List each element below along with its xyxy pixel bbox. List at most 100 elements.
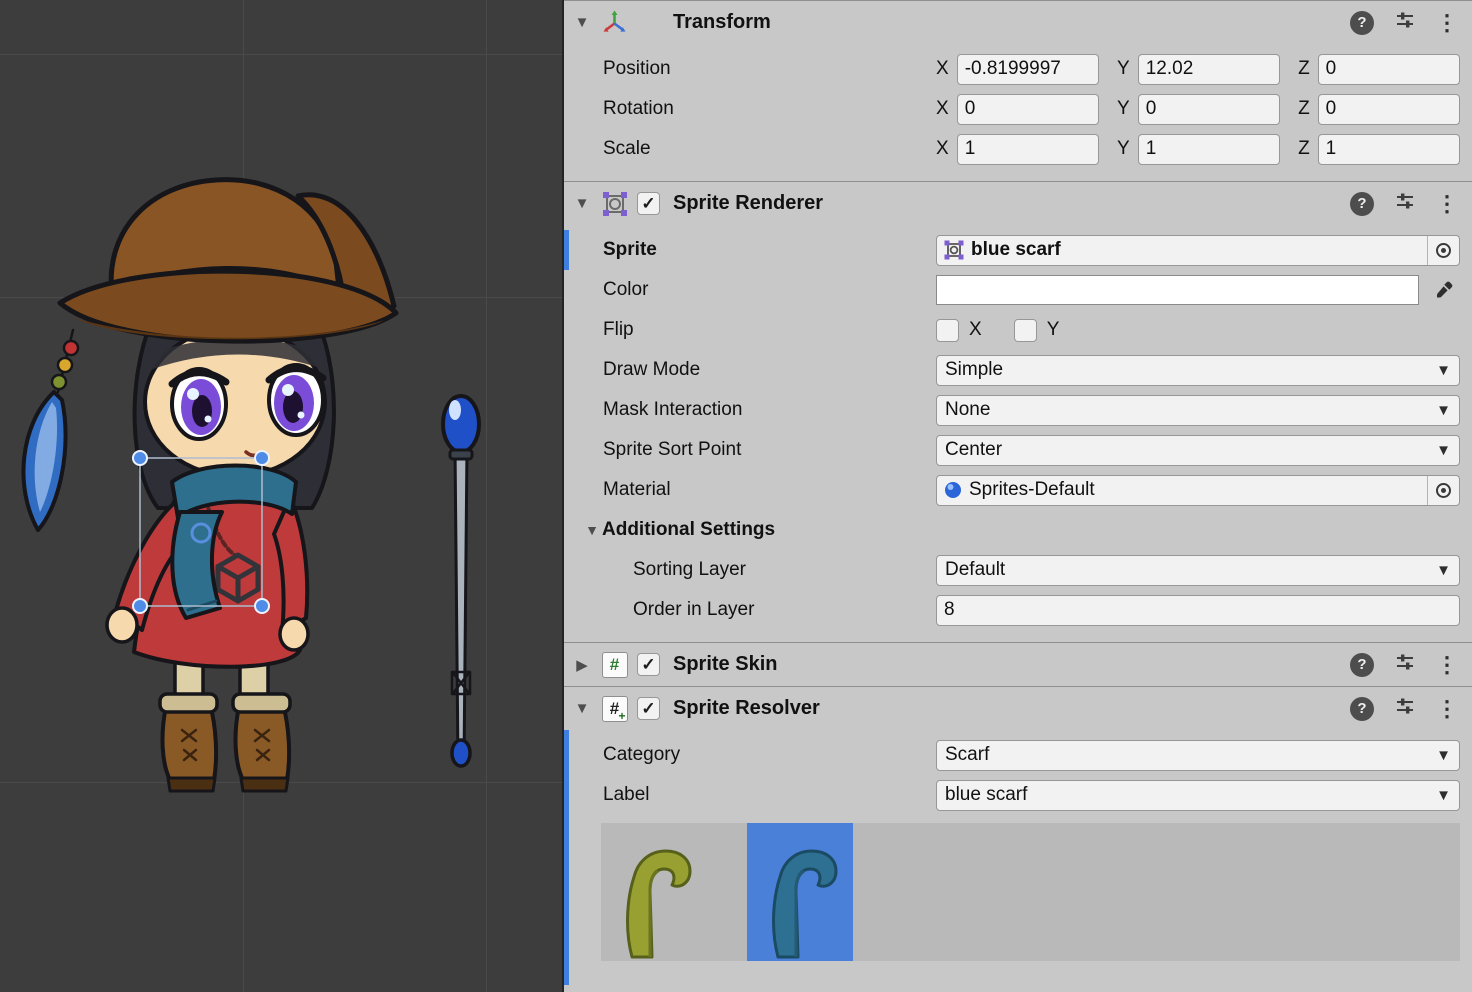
- label-dropdown[interactable]: blue scarf ▼: [936, 780, 1460, 811]
- draw-mode-row: Draw Mode Simple ▼: [564, 350, 1472, 390]
- mask-interaction-dropdown[interactable]: None ▼: [936, 395, 1460, 426]
- hat: [60, 180, 396, 341]
- sprite-row: Sprite blue scarf: [564, 230, 1472, 270]
- material-row: Material Sprites-Default: [564, 470, 1472, 510]
- eyedropper-icon[interactable]: [1428, 275, 1460, 305]
- boots: [160, 694, 290, 791]
- dropdown-value: Scarf: [945, 744, 989, 766]
- axis-x-label: X: [936, 58, 949, 80]
- property-label: Sprite Sort Point: [603, 439, 936, 461]
- axis-y-label: Y: [1117, 58, 1130, 80]
- category-row: Category Scarf ▼: [564, 735, 1472, 775]
- color-row: Color: [564, 270, 1472, 310]
- preset-icon[interactable]: [1394, 695, 1416, 723]
- material-icon: [944, 481, 962, 499]
- flip-x-label: X: [969, 319, 982, 341]
- sprite-skin-header: ▶ # ✓ Sprite Skin ? ⋮: [564, 642, 1472, 686]
- component-title: Sprite Renderer: [673, 192, 823, 215]
- preset-icon[interactable]: [1394, 190, 1416, 218]
- material-object-field[interactable]: Sprites-Default: [936, 475, 1460, 506]
- kebab-menu-icon[interactable]: ⋮: [1436, 654, 1458, 676]
- property-label: Label: [603, 784, 936, 806]
- flip-y-label: Y: [1047, 319, 1060, 341]
- chevron-down-icon: ▼: [1436, 562, 1451, 579]
- component-enabled-checkbox[interactable]: ✓: [637, 653, 660, 676]
- help-icon[interactable]: ?: [1350, 11, 1374, 35]
- scale-x-input[interactable]: [957, 134, 1099, 165]
- kebab-menu-icon[interactable]: ⋮: [1436, 698, 1458, 720]
- preset-icon[interactable]: [1394, 651, 1416, 679]
- draw-mode-dropdown[interactable]: Simple ▼: [936, 355, 1460, 386]
- position-z-input[interactable]: [1318, 54, 1460, 85]
- color-swatch[interactable]: [936, 275, 1419, 305]
- sprite-sort-point-dropdown[interactable]: Center ▼: [936, 435, 1460, 466]
- transform-header: ▼ Transform ?: [564, 0, 1472, 44]
- chevron-down-icon: ▼: [1436, 402, 1451, 419]
- material-object-value: Sprites-Default: [969, 479, 1095, 501]
- scale-z-input[interactable]: [1318, 134, 1460, 165]
- preset-icon[interactable]: [1394, 9, 1416, 37]
- property-label: Category: [603, 744, 936, 766]
- category-dropdown[interactable]: Scarf ▼: [936, 740, 1460, 771]
- sprite-skin-component: ▶ # ✓ Sprite Skin ? ⋮: [564, 642, 1472, 686]
- property-label: Material: [603, 479, 936, 501]
- component-enabled-checkbox[interactable]: ✓: [637, 697, 660, 720]
- foldout-icon[interactable]: ▶: [572, 656, 592, 674]
- flip-x-checkbox[interactable]: [936, 319, 959, 342]
- rotation-x-input[interactable]: [957, 94, 1099, 125]
- property-label: Order in Layer: [633, 599, 936, 621]
- foldout-icon[interactable]: ▼: [572, 14, 592, 31]
- property-label: Mask Interaction: [603, 399, 936, 421]
- position-row: Position X Y Z: [564, 49, 1472, 89]
- axis-y-label: Y: [1117, 138, 1130, 160]
- kebab-menu-icon[interactable]: ⋮: [1436, 12, 1458, 34]
- chevron-down-icon: ▼: [1436, 442, 1451, 459]
- transform-icon: [601, 9, 628, 36]
- sprite-renderer-component: ▼ ✓ Sprite Renderer ?: [564, 181, 1472, 642]
- character-sprite: [0, 0, 564, 992]
- help-icon[interactable]: ?: [1350, 653, 1374, 677]
- property-label: Color: [603, 279, 936, 301]
- additional-settings-foldout[interactable]: ▼ Additional Settings: [564, 510, 1472, 550]
- dropdown-value: None: [945, 399, 990, 421]
- kebab-menu-icon[interactable]: ⋮: [1436, 193, 1458, 215]
- dropdown-value: Center: [945, 439, 1002, 461]
- sprite-resolver-header: ▼ #+ ✓ Sprite Resolver ? ⋮: [564, 686, 1472, 730]
- sprite-object-value: blue scarf: [971, 239, 1061, 261]
- scene-view[interactable]: [0, 0, 564, 992]
- flip-row: Flip X Y: [564, 310, 1472, 350]
- sprite-variant-strip: [601, 823, 1460, 961]
- rotation-row: Rotation X Y Z: [564, 89, 1472, 129]
- component-title: Sprite Skin: [673, 653, 777, 676]
- order-in-layer-input[interactable]: [936, 595, 1460, 626]
- rotation-z-input[interactable]: [1318, 94, 1460, 125]
- foldout-icon[interactable]: ▼: [582, 522, 602, 538]
- object-picker-icon[interactable]: [1427, 476, 1459, 505]
- dropdown-value: Simple: [945, 359, 1003, 381]
- sprite-thumbnail-green-scarf[interactable]: [601, 823, 707, 961]
- order-in-layer-row: Order in Layer: [564, 590, 1472, 630]
- axis-y-label: Y: [1117, 98, 1130, 120]
- scale-row: Scale X Y Z: [564, 129, 1472, 169]
- component-enabled-checkbox[interactable]: ✓: [637, 192, 660, 215]
- property-label: Flip: [603, 319, 936, 341]
- flip-y-checkbox[interactable]: [1014, 319, 1037, 342]
- sprite-thumbnail-blue-scarf[interactable]: [747, 823, 853, 961]
- sorting-layer-dropdown[interactable]: Default ▼: [936, 555, 1460, 586]
- foldout-icon[interactable]: ▼: [572, 700, 592, 717]
- axis-x-label: X: [936, 98, 949, 120]
- help-icon[interactable]: ?: [1350, 697, 1374, 721]
- position-y-input[interactable]: [1138, 54, 1280, 85]
- property-label: Rotation: [603, 98, 936, 120]
- sprite-object-field[interactable]: blue scarf: [936, 235, 1460, 266]
- sprite-renderer-icon: [601, 190, 628, 217]
- position-x-input[interactable]: [957, 54, 1099, 85]
- scale-y-input[interactable]: [1138, 134, 1280, 165]
- additional-settings-label: Additional Settings: [602, 519, 775, 541]
- foldout-icon[interactable]: ▼: [572, 195, 592, 212]
- sprite-sort-point-row: Sprite Sort Point Center ▼: [564, 430, 1472, 470]
- help-icon[interactable]: ?: [1350, 192, 1374, 216]
- rotation-y-input[interactable]: [1138, 94, 1280, 125]
- object-picker-icon[interactable]: [1427, 236, 1459, 265]
- mask-interaction-row: Mask Interaction None ▼: [564, 390, 1472, 430]
